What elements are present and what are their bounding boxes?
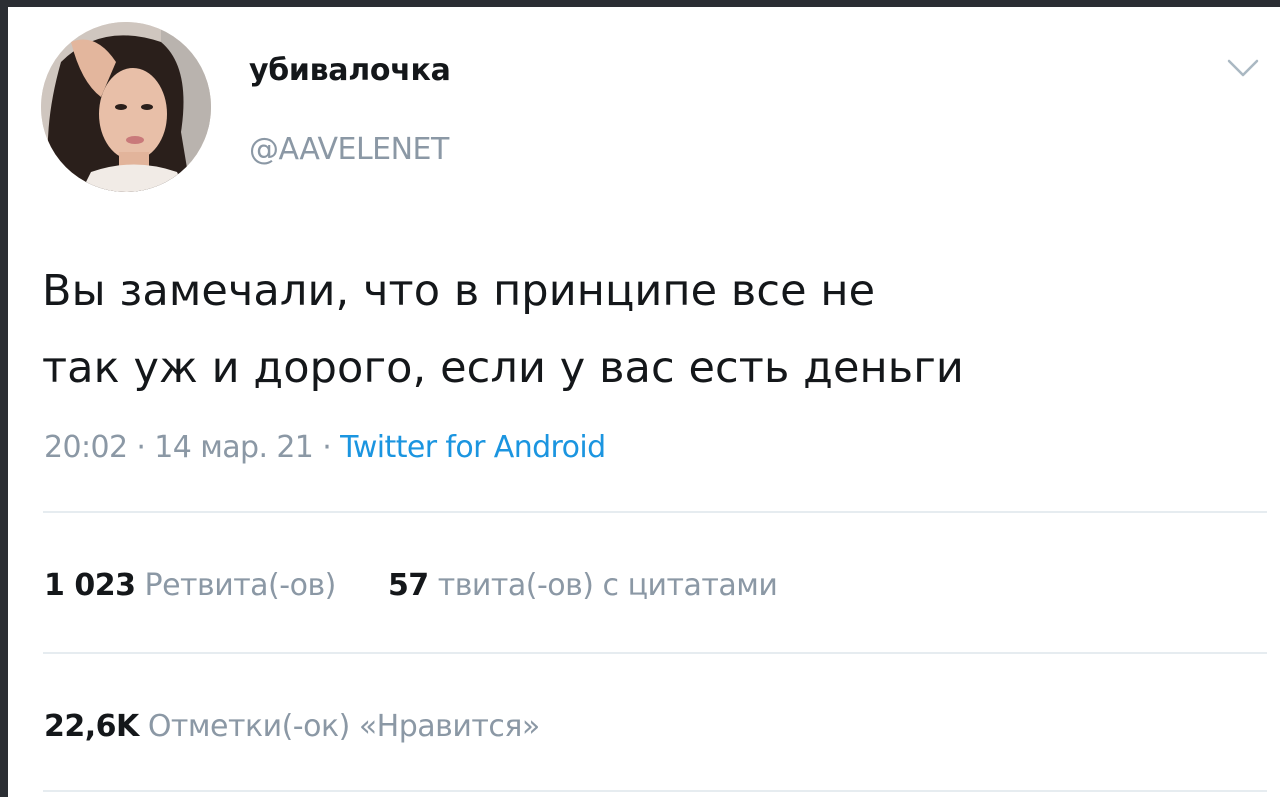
meta-separator: · xyxy=(313,430,341,465)
tweet-card: убивалочка @AAVELENET Вы замечали, что в… xyxy=(8,7,1280,797)
retweet-label: Ретвита(-ов) xyxy=(144,568,337,603)
like-count: 22,6K xyxy=(44,709,139,744)
likes-stat[interactable]: 22,6K Отметки(-ок) «Нравится» xyxy=(44,709,540,744)
chevron-down-icon[interactable] xyxy=(1226,57,1260,79)
divider xyxy=(43,790,1267,792)
divider xyxy=(43,652,1267,654)
avatar[interactable] xyxy=(41,22,211,192)
retweets-stat[interactable]: 1 023 Ретвита(-ов) xyxy=(44,568,345,603)
retweet-count: 1 023 xyxy=(44,568,136,603)
quote-tweet-label: твита(-ов) с цитатами xyxy=(437,568,778,603)
quote-tweet-count: 57 xyxy=(387,568,429,603)
tweet-time[interactable]: 20:02 xyxy=(44,430,128,465)
quote-tweets-stat[interactable]: 57 твита(-ов) с цитатами xyxy=(379,568,778,603)
likes-stats-row: 22,6K Отметки(-ок) «Нравится» xyxy=(44,709,540,744)
tweet-date[interactable]: 14 мар. 21 xyxy=(154,430,314,465)
tweet-source-link[interactable]: Twitter for Android xyxy=(340,430,606,465)
divider xyxy=(43,511,1267,513)
meta-separator: · xyxy=(127,430,155,465)
tweet-text-line: так уж и дорого, если у вас есть деньги xyxy=(42,343,964,394)
like-label: Отметки(-ок) «Нравится» xyxy=(147,709,540,744)
author-display-name[interactable]: убивалочка xyxy=(249,53,451,88)
author-handle[interactable]: @AAVELENET xyxy=(249,132,449,167)
tweet-text: Вы замечали, что в принципе все не так у… xyxy=(42,253,1267,408)
tweet-text-line: Вы замечали, что в принципе все не xyxy=(42,266,876,316)
avatar-photo xyxy=(41,22,211,192)
engagement-stats-row: 1 023 Ретвита(-ов) 57 твита(-ов) с цитат… xyxy=(44,568,778,603)
tweet-meta: 20:02 · 14 мар. 21 · Twitter for Android xyxy=(44,430,606,465)
